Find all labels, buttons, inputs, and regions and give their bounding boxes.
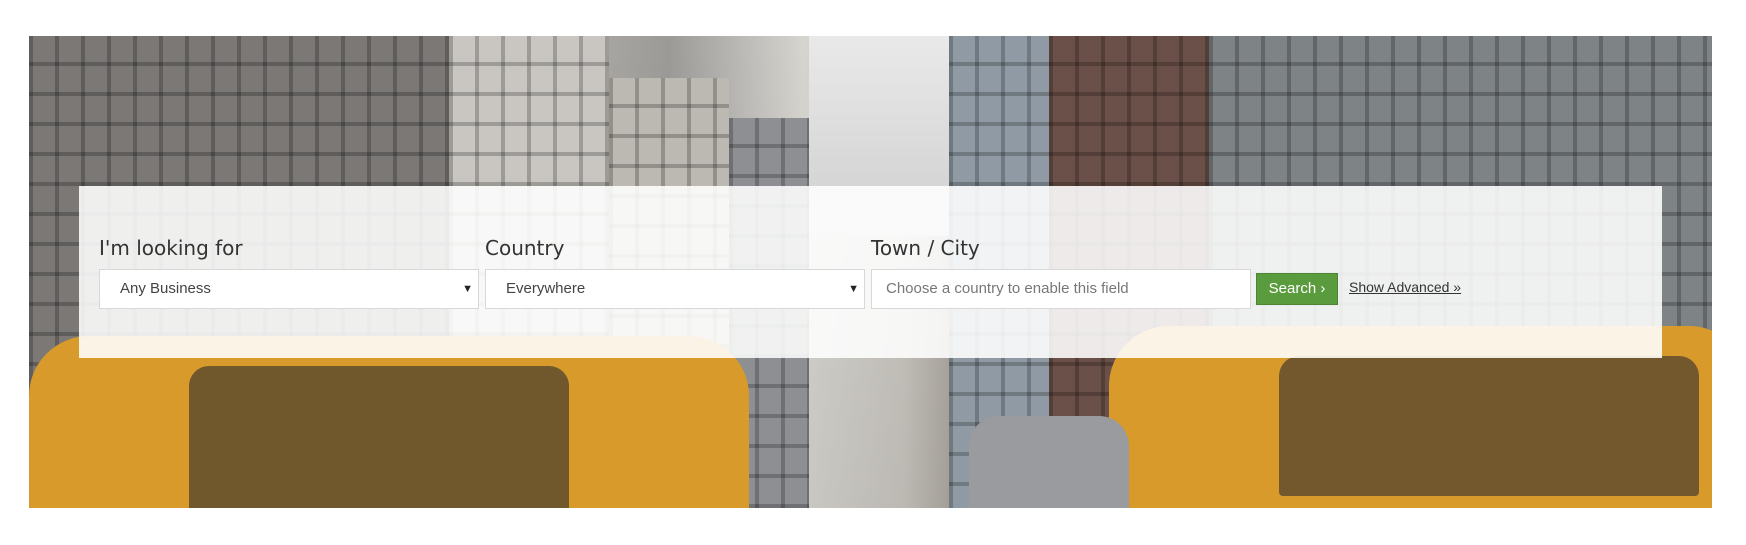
business-select[interactable]: Any Business ▼ (99, 269, 479, 309)
looking-for-label: I'm looking for (99, 236, 243, 260)
country-label: Country (485, 236, 565, 260)
search-panel: I'm looking for Any Business ▼ Country E… (79, 186, 1662, 358)
chevron-down-icon: ▼ (848, 283, 859, 295)
taxi-window (1279, 356, 1699, 496)
town-label: Town / City (871, 236, 980, 260)
country-select-value: Everywhere (506, 280, 586, 297)
country-select[interactable]: Everywhere ▼ (485, 269, 865, 309)
chevron-down-icon: ▼ (462, 283, 473, 295)
show-advanced-link[interactable]: Show Advanced » (1349, 279, 1461, 295)
business-select-value: Any Business (120, 280, 211, 297)
town-input-placeholder: Choose a country to enable this field (886, 280, 1129, 297)
car-middle (969, 416, 1129, 508)
taxi-window (189, 366, 569, 508)
search-button[interactable]: Search › (1256, 273, 1338, 305)
town-input[interactable]: Choose a country to enable this field (871, 269, 1251, 309)
